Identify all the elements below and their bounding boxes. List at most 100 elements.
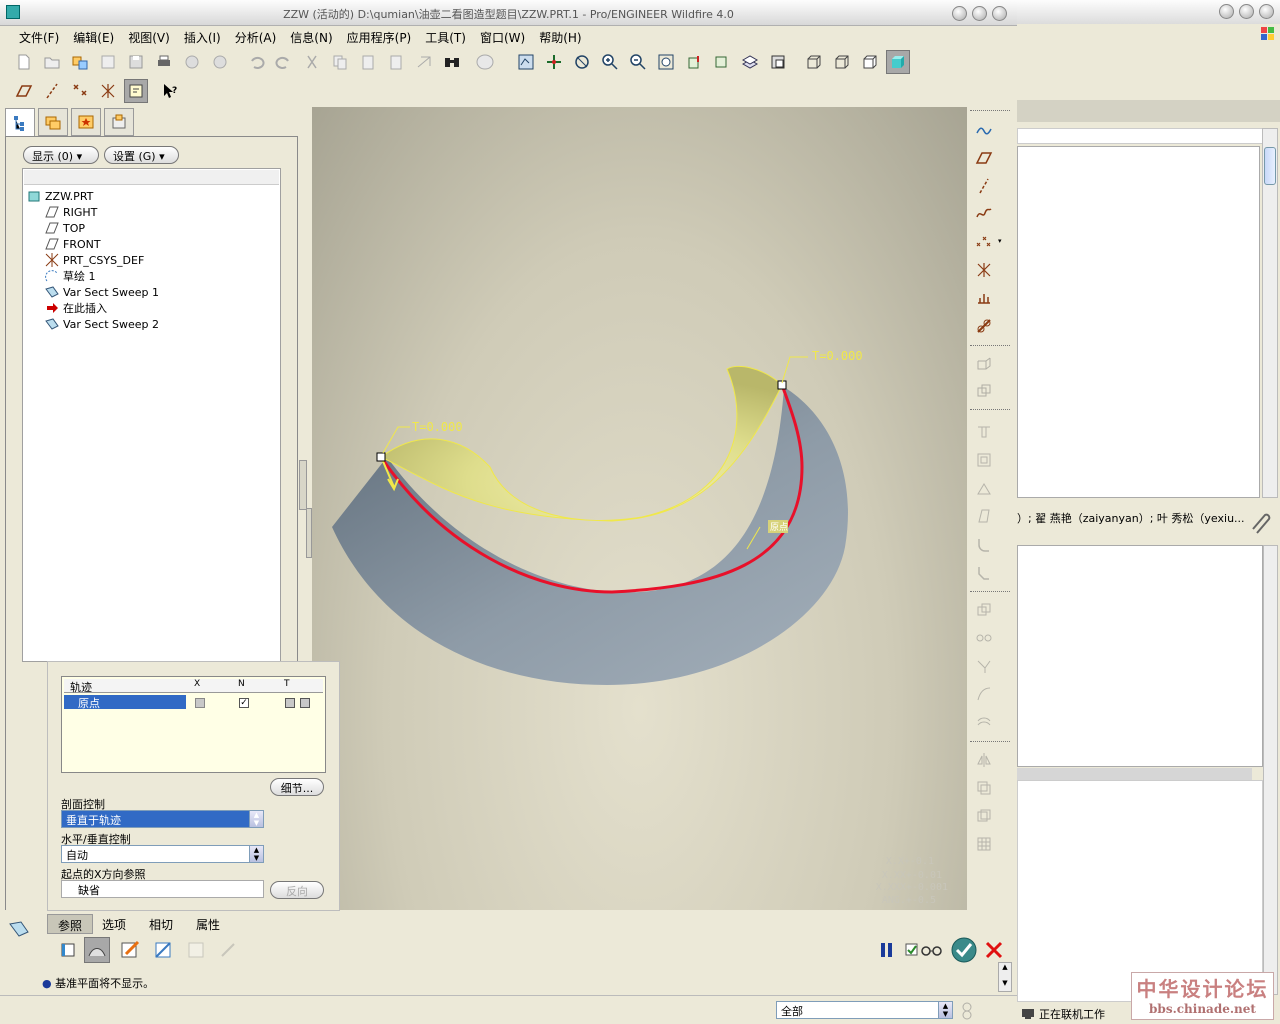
open-file-button[interactable] bbox=[40, 50, 64, 74]
t-annotation-2[interactable]: T=0.000 bbox=[812, 349, 863, 363]
revolve-tool-button[interactable] bbox=[972, 381, 996, 403]
save-button[interactable] bbox=[124, 50, 148, 74]
paste-button[interactable] bbox=[356, 50, 380, 74]
message-scrollbar[interactable]: ▲ ▼ bbox=[998, 962, 1012, 992]
pattern-tool-button[interactable] bbox=[972, 627, 996, 649]
gray-sweep-surface[interactable] bbox=[332, 387, 848, 685]
datum-plane-tool-button[interactable] bbox=[972, 147, 996, 169]
flip-button[interactable]: 反向 bbox=[270, 881, 324, 899]
csys-tool-button[interactable] bbox=[972, 259, 996, 281]
tree-item-front[interactable]: FRONT bbox=[45, 236, 101, 252]
bg-scrollbar[interactable] bbox=[1262, 128, 1278, 498]
orient-mode-button[interactable] bbox=[570, 50, 594, 74]
filter-select[interactable]: 全部 ▲ ▼ bbox=[776, 1001, 953, 1019]
datum-axes-toggle[interactable] bbox=[40, 79, 64, 103]
hole-tool-button[interactable] bbox=[972, 421, 996, 443]
tab-connections[interactable] bbox=[104, 108, 134, 136]
draft-tool-button[interactable] bbox=[972, 505, 996, 527]
datum-point-tool-button[interactable] bbox=[972, 231, 996, 253]
tree-item-sketch[interactable]: 草绘 1 bbox=[45, 268, 96, 284]
x-checkbox[interactable] bbox=[195, 698, 205, 708]
tab-options[interactable]: 选项 bbox=[92, 914, 136, 934]
selection-lock-icon[interactable] bbox=[960, 1000, 974, 1020]
find-button[interactable] bbox=[440, 50, 464, 74]
datum-points-toggle[interactable] bbox=[68, 79, 92, 103]
open-from-session-button[interactable] bbox=[68, 50, 92, 74]
repaint-button[interactable] bbox=[514, 50, 538, 74]
tab-model-tree[interactable] bbox=[5, 108, 35, 136]
solid-option-button[interactable] bbox=[58, 940, 78, 960]
sketch-section-button[interactable] bbox=[120, 940, 142, 960]
undo-button[interactable] bbox=[244, 50, 268, 74]
flyout-arrow-icon[interactable]: ▾ bbox=[998, 237, 1002, 245]
zoom-out-button[interactable] bbox=[626, 50, 650, 74]
context-help-button[interactable]: ? bbox=[158, 79, 182, 103]
n-checkbox[interactable]: ✓ bbox=[239, 698, 249, 708]
trajectory-table[interactable]: 轨迹 X N T 原点 ✓ bbox=[61, 676, 326, 773]
settings-dropdown[interactable]: 设置 (G) ▾ bbox=[104, 146, 179, 164]
tab-tangency[interactable]: 相切 bbox=[139, 914, 183, 934]
thicken-tool-button[interactable] bbox=[972, 833, 996, 855]
menu-edit[interactable]: 编辑(E) bbox=[72, 27, 115, 47]
round-tool-button[interactable] bbox=[972, 533, 996, 555]
t-checkbox-2[interactable] bbox=[300, 698, 310, 708]
hv-control-select[interactable]: 自动 ▲ ▼ bbox=[61, 845, 264, 863]
reference-tool-button[interactable] bbox=[972, 315, 996, 337]
send-link-button[interactable] bbox=[208, 50, 232, 74]
saved-views-button[interactable] bbox=[710, 50, 734, 74]
shading-button[interactable] bbox=[886, 50, 910, 74]
tree-item-top[interactable]: TOP bbox=[45, 220, 85, 236]
tab-favorites[interactable] bbox=[71, 108, 101, 136]
tree-item-var-sect-sweep-2[interactable]: Var Sect Sweep 2 bbox=[45, 316, 159, 332]
tree-item-var-sect-sweep-1[interactable]: Var Sect Sweep 1 bbox=[45, 284, 159, 300]
paperclip-icon[interactable] bbox=[1245, 507, 1275, 537]
hidden-line-button[interactable] bbox=[830, 50, 854, 74]
refit-button[interactable] bbox=[654, 50, 678, 74]
menu-insert[interactable]: 插入(I) bbox=[183, 27, 222, 47]
tree-item-right[interactable]: RIGHT bbox=[45, 204, 97, 220]
solidify-tool-button[interactable] bbox=[972, 805, 996, 827]
menu-help[interactable]: 帮助(H) bbox=[538, 27, 582, 47]
close-button[interactable] bbox=[992, 6, 1007, 21]
close-window-button[interactable] bbox=[96, 50, 120, 74]
datum-curve-tool-button[interactable] bbox=[972, 203, 996, 225]
x-reference-field[interactable]: 缺省 bbox=[61, 880, 264, 898]
menu-file[interactable]: 文件(F) bbox=[18, 27, 60, 47]
intersect-tool-button[interactable] bbox=[972, 777, 996, 799]
merge-tool-button[interactable] bbox=[972, 655, 996, 677]
remove-material-button[interactable] bbox=[153, 940, 175, 960]
details-button[interactable]: 细节... bbox=[270, 778, 324, 796]
wireframe-button[interactable] bbox=[802, 50, 826, 74]
minimize-button[interactable] bbox=[952, 6, 967, 21]
bg-minimize-button[interactable] bbox=[1219, 4, 1234, 19]
menu-applications[interactable]: 应用程序(P) bbox=[346, 27, 413, 47]
trajectory-start-handle[interactable] bbox=[376, 452, 386, 462]
annotation-toggle[interactable] bbox=[124, 79, 148, 103]
copy-button[interactable] bbox=[328, 50, 352, 74]
zoom-in-button[interactable] bbox=[598, 50, 622, 74]
regenerate-button[interactable] bbox=[412, 50, 436, 74]
tree-item-csys[interactable]: PRT_CSYS_DEF bbox=[45, 252, 144, 268]
reorient-button[interactable] bbox=[682, 50, 706, 74]
view-manager-button[interactable] bbox=[766, 50, 790, 74]
maximize-button[interactable] bbox=[972, 6, 987, 21]
origin-label[interactable]: 原点 bbox=[770, 522, 788, 533]
shell-tool-button[interactable] bbox=[972, 449, 996, 471]
spin-center-button[interactable] bbox=[542, 50, 566, 74]
pause-button[interactable] bbox=[878, 940, 896, 960]
surface-option-button[interactable] bbox=[84, 937, 110, 963]
bg-close-button[interactable] bbox=[1259, 4, 1274, 19]
yellow-sweep-surface[interactable] bbox=[380, 365, 783, 522]
preview-toggle[interactable] bbox=[904, 940, 944, 960]
new-file-button[interactable] bbox=[12, 50, 36, 74]
chamfer-tool-button[interactable] bbox=[972, 561, 996, 583]
show-dropdown[interactable]: 显示 (0) ▾ bbox=[23, 146, 99, 164]
section-control-select[interactable]: 垂直于轨迹 ▲ ▼ bbox=[61, 810, 264, 828]
cancel-button[interactable] bbox=[984, 940, 1004, 960]
thicken-option-button[interactable] bbox=[186, 940, 208, 960]
tree-item-insert-here[interactable]: 在此插入 bbox=[45, 300, 107, 316]
flip-direction-button[interactable] bbox=[218, 940, 240, 960]
print-button[interactable] bbox=[152, 50, 176, 74]
analysis-tool-button[interactable] bbox=[972, 287, 996, 309]
bg-input-scrollbar[interactable] bbox=[1263, 545, 1278, 995]
